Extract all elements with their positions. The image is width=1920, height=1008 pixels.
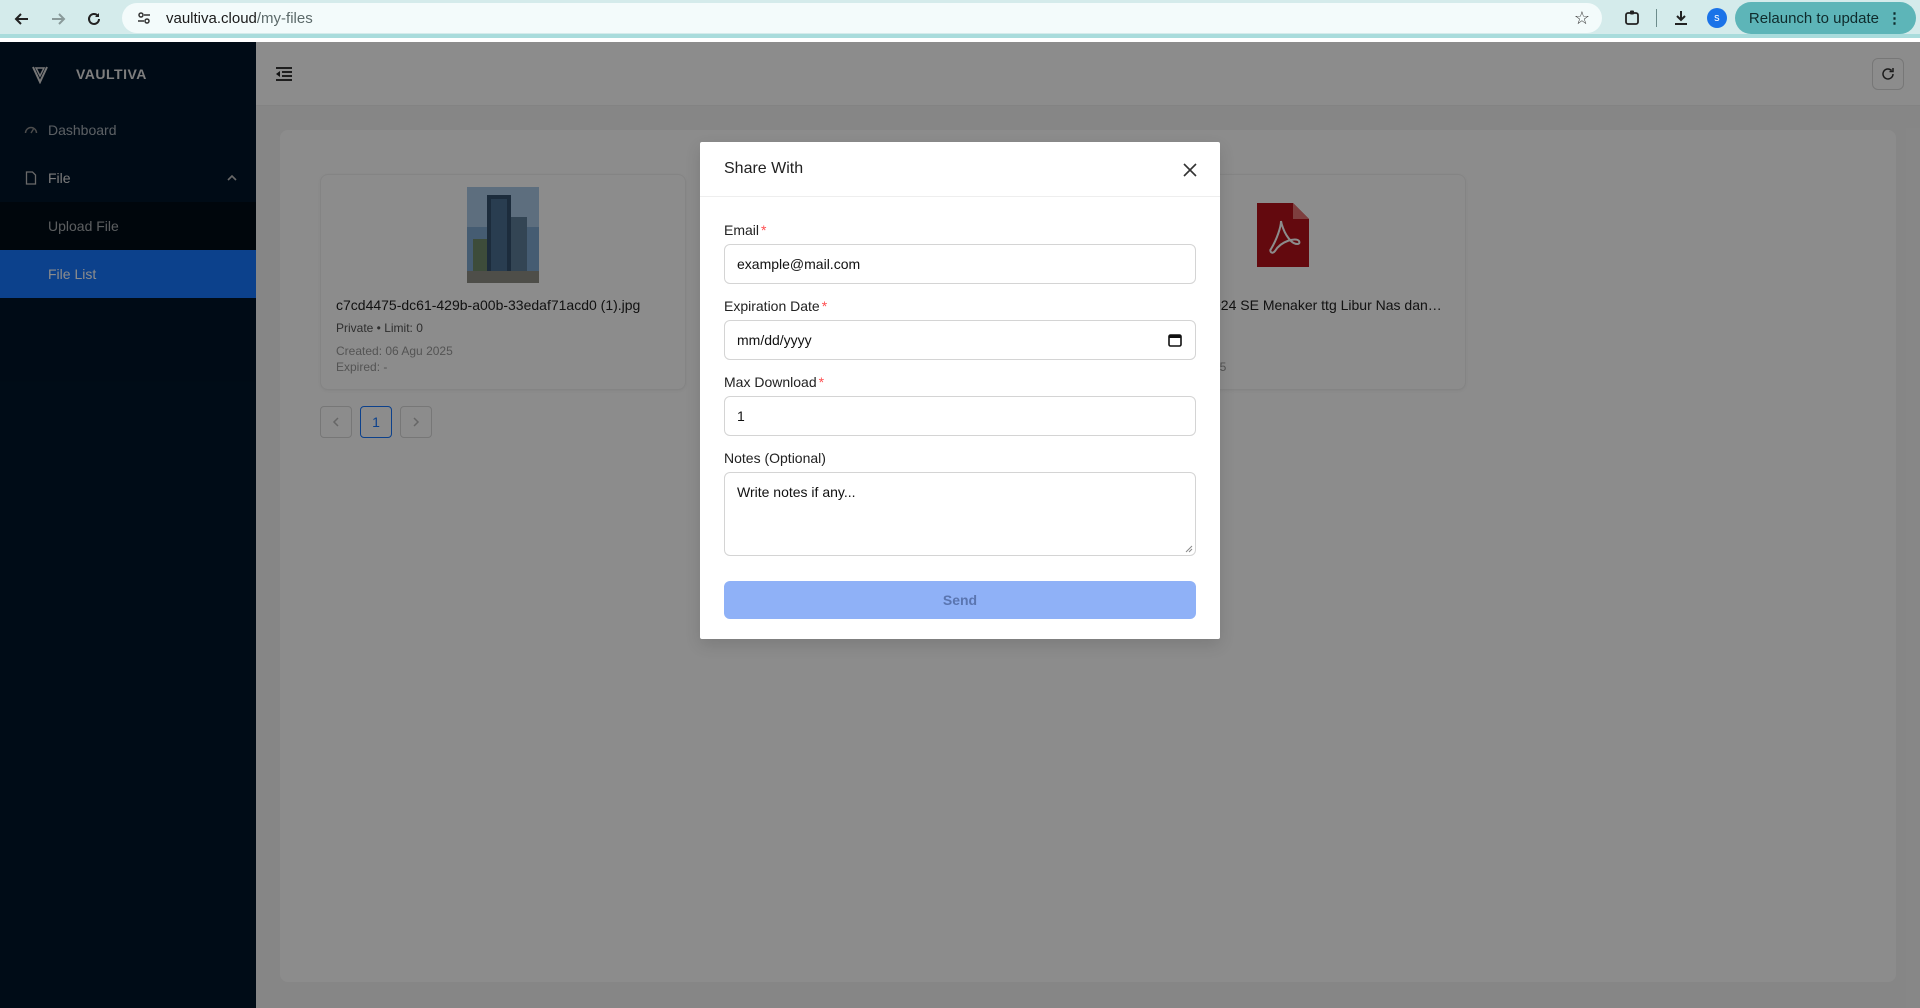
expiration-value: mm/dd/yyyy [737, 332, 812, 348]
address-bar[interactable]: vaultiva.cloud/my-files ☆ [122, 3, 1602, 33]
notes-label-text: Notes (Optional) [724, 450, 826, 466]
relaunch-label: Relaunch to update [1748, 9, 1879, 27]
relaunch-button[interactable]: Relaunch to update ⋮ [1734, 2, 1916, 34]
modal-header: Share With [700, 142, 1220, 197]
send-button[interactable]: Send [724, 581, 1196, 619]
notes-textarea[interactable]: Write notes if any... [724, 472, 1196, 556]
email-label-text: Email [724, 222, 760, 238]
email-label: Email * [724, 222, 1196, 242]
calendar-icon[interactable] [1167, 332, 1183, 348]
more-vert-icon: ⋮ [1887, 10, 1902, 27]
reload-button[interactable] [76, 1, 112, 37]
expiration-label: Expiration Date * [724, 298, 1196, 318]
expiration-label-text: Expiration Date [724, 298, 820, 314]
toolbar-divider [1655, 9, 1657, 27]
reload-icon [88, 12, 100, 25]
toolbar-accent-line [0, 34, 1920, 38]
site-settings-icon[interactable] [134, 8, 154, 28]
notes-label: Notes (Optional) [724, 450, 1196, 470]
max-download-value: 1 [737, 408, 745, 424]
url-host: vaultiva.cloud [166, 9, 257, 27]
browser-toolbar: vaultiva.cloud/my-files ☆ s Relaunch to … [0, 0, 1920, 38]
send-label: Send [942, 592, 978, 608]
notes-placeholder: Write notes if any... [737, 484, 856, 500]
profile-avatar[interactable]: s [1706, 8, 1727, 28]
share-modal: Share With Email * example@mail.com Expir… [700, 142, 1220, 639]
resize-grip-icon[interactable] [1185, 545, 1193, 553]
max-download-label: Max Download * [724, 374, 1196, 394]
email-value: example@mail.com [737, 256, 861, 272]
extensions-icon[interactable] [1614, 0, 1650, 36]
close-icon [1183, 163, 1197, 177]
arrow-right-icon [52, 13, 66, 25]
arrow-left-icon [14, 13, 28, 25]
required-mark: * [761, 222, 767, 238]
modal-title: Share With [724, 160, 804, 177]
max-download-field[interactable]: 1 [724, 396, 1196, 436]
bookmark-star-icon[interactable]: ☆ [1574, 8, 1590, 29]
expiration-date-field[interactable]: mm/dd/yyyy [724, 320, 1196, 360]
download-icon[interactable] [1663, 0, 1699, 36]
share-form: Email * example@mail.com Expiration Date *… [724, 222, 1196, 619]
url-path: /my-files [256, 9, 313, 27]
close-button[interactable] [1178, 158, 1202, 182]
forward-button[interactable] [40, 1, 76, 37]
required-mark: * [818, 374, 825, 390]
back-button[interactable] [4, 1, 40, 37]
required-mark: * [821, 298, 828, 314]
email-field[interactable]: example@mail.com [724, 244, 1196, 284]
max-download-label-text: Max Download [724, 374, 817, 390]
